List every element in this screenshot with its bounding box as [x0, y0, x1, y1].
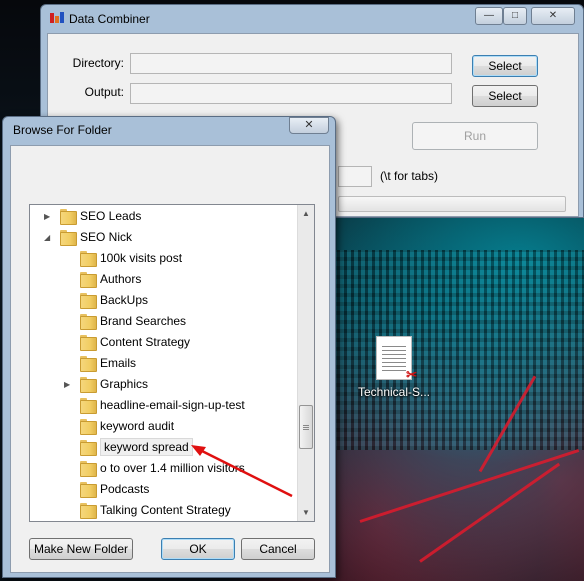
folder-icon	[80, 272, 97, 288]
close-icon[interactable]: ✕	[531, 7, 575, 25]
cancel-button[interactable]: Cancel	[241, 538, 315, 560]
folder-icon	[80, 440, 97, 456]
desktop-file-label: Technical-S...	[357, 385, 431, 399]
pdf-badge-icon: ✂	[406, 367, 417, 382]
separator-hint: (\t for tabs)	[380, 169, 439, 183]
folder-icon	[80, 314, 97, 330]
window-title: Data Combiner	[69, 12, 150, 26]
output-input[interactable]	[130, 83, 452, 104]
folder-tree[interactable]: ▶ SEO Leads ◢ SEO Nick 100k visits post Autho…	[29, 204, 315, 522]
folder-icon	[80, 419, 97, 435]
tree-item-label: Emails	[100, 356, 137, 370]
pdf-file-icon: ✂	[376, 336, 417, 382]
tree-item[interactable]: o to over 1.4 million visitors	[30, 458, 297, 479]
progress-bar	[338, 196, 566, 212]
directory-label: Directory:	[72, 56, 124, 70]
expand-arrow-icon[interactable]: ▶	[44, 212, 53, 221]
run-button[interactable]: Run	[412, 122, 538, 150]
app-icon	[50, 12, 64, 23]
folder-icon	[80, 335, 97, 351]
folder-icon	[80, 461, 97, 477]
tree-item-label: Talking Content Strategy	[100, 503, 231, 517]
desktop-file-icon[interactable]: ✂ Technical-S...	[356, 336, 432, 399]
folder-icon	[60, 230, 77, 246]
tree-item-label: o to over 1.4 million visitors	[100, 461, 245, 475]
select-output-button[interactable]: Select	[472, 85, 538, 107]
tree-item-label: SEO Leads	[80, 209, 142, 223]
tree-item[interactable]: ▶ SEO Leads	[30, 206, 297, 227]
tree-item[interactable]: Talking Content Strategy	[30, 500, 297, 521]
dialog-title: Browse For Folder	[13, 123, 112, 137]
tree-item[interactable]: Brand Searches	[30, 311, 297, 332]
tree-item-label: keyword spread	[100, 438, 193, 456]
tree-item[interactable]: Authors	[30, 269, 297, 290]
tree-item[interactable]: Podcasts	[30, 479, 297, 500]
tree-item-label: Brand Searches	[100, 314, 187, 328]
output-label: Output:	[84, 85, 124, 99]
tree-item-label: SEO Nick	[80, 230, 133, 244]
tree-item[interactable]: Content Strategy	[30, 332, 297, 353]
tree-item[interactable]: 100k visits post	[30, 248, 297, 269]
folder-icon	[80, 482, 97, 498]
tree-item[interactable]: keyword audit	[30, 416, 297, 437]
wallpaper-streak	[359, 448, 580, 523]
collapse-arrow-icon[interactable]: ◢	[44, 233, 53, 242]
separator-input[interactable]	[338, 166, 372, 187]
folder-icon	[80, 377, 97, 393]
select-directory-button[interactable]: Select	[472, 55, 538, 77]
close-icon[interactable]: ✕	[289, 117, 329, 134]
ok-button[interactable]: OK	[161, 538, 235, 560]
scroll-thumb[interactable]	[299, 405, 313, 449]
directory-input[interactable]	[130, 53, 452, 74]
folder-icon	[80, 251, 97, 267]
tree-item-label: BackUps	[100, 293, 149, 307]
folder-icon	[80, 293, 97, 309]
minimize-icon[interactable]: —	[475, 7, 503, 25]
maximize-icon[interactable]: □	[503, 7, 527, 25]
tree-item[interactable]: BackUps	[30, 290, 297, 311]
dialog-client-area: ▶ SEO Leads ◢ SEO Nick 100k visits post Autho…	[10, 145, 330, 573]
tree-item-selected[interactable]: keyword spread	[30, 437, 297, 458]
tree-item-label: Graphics	[100, 377, 149, 391]
scroll-up-icon[interactable]: ▲	[298, 205, 314, 222]
folder-icon	[60, 209, 77, 225]
vertical-scrollbar[interactable]: ▲ ▼	[297, 205, 314, 521]
folder-icon	[80, 503, 97, 519]
tree-item[interactable]: ◢ SEO Nick	[30, 227, 297, 248]
expand-arrow-icon[interactable]: ▶	[64, 380, 73, 389]
tree-item-label: Podcasts	[100, 482, 150, 496]
tree-item-label: Authors	[100, 272, 142, 286]
folder-icon	[80, 356, 97, 372]
make-new-folder-button[interactable]: Make New Folder	[29, 538, 133, 560]
tree-item-label: keyword audit	[100, 419, 175, 433]
tree-item[interactable]: Emails	[30, 353, 297, 374]
tree-item-label: 100k visits post	[100, 251, 183, 265]
title-bar[interactable]: Data Combiner — □ ✕	[41, 5, 583, 33]
scroll-down-icon[interactable]: ▼	[298, 504, 314, 521]
folder-icon	[80, 398, 97, 414]
tree-item[interactable]: ▶ Graphics	[30, 374, 297, 395]
tree-item-label: Content Strategy	[100, 335, 191, 349]
tree-item-label: headline-email-sign-up-test	[100, 398, 245, 412]
browse-for-folder-dialog: Browse For Folder ✕ ▶ SEO Leads ◢ SEO Nick 1…	[2, 116, 336, 578]
tree-item[interactable]: headline-email-sign-up-test	[30, 395, 297, 416]
